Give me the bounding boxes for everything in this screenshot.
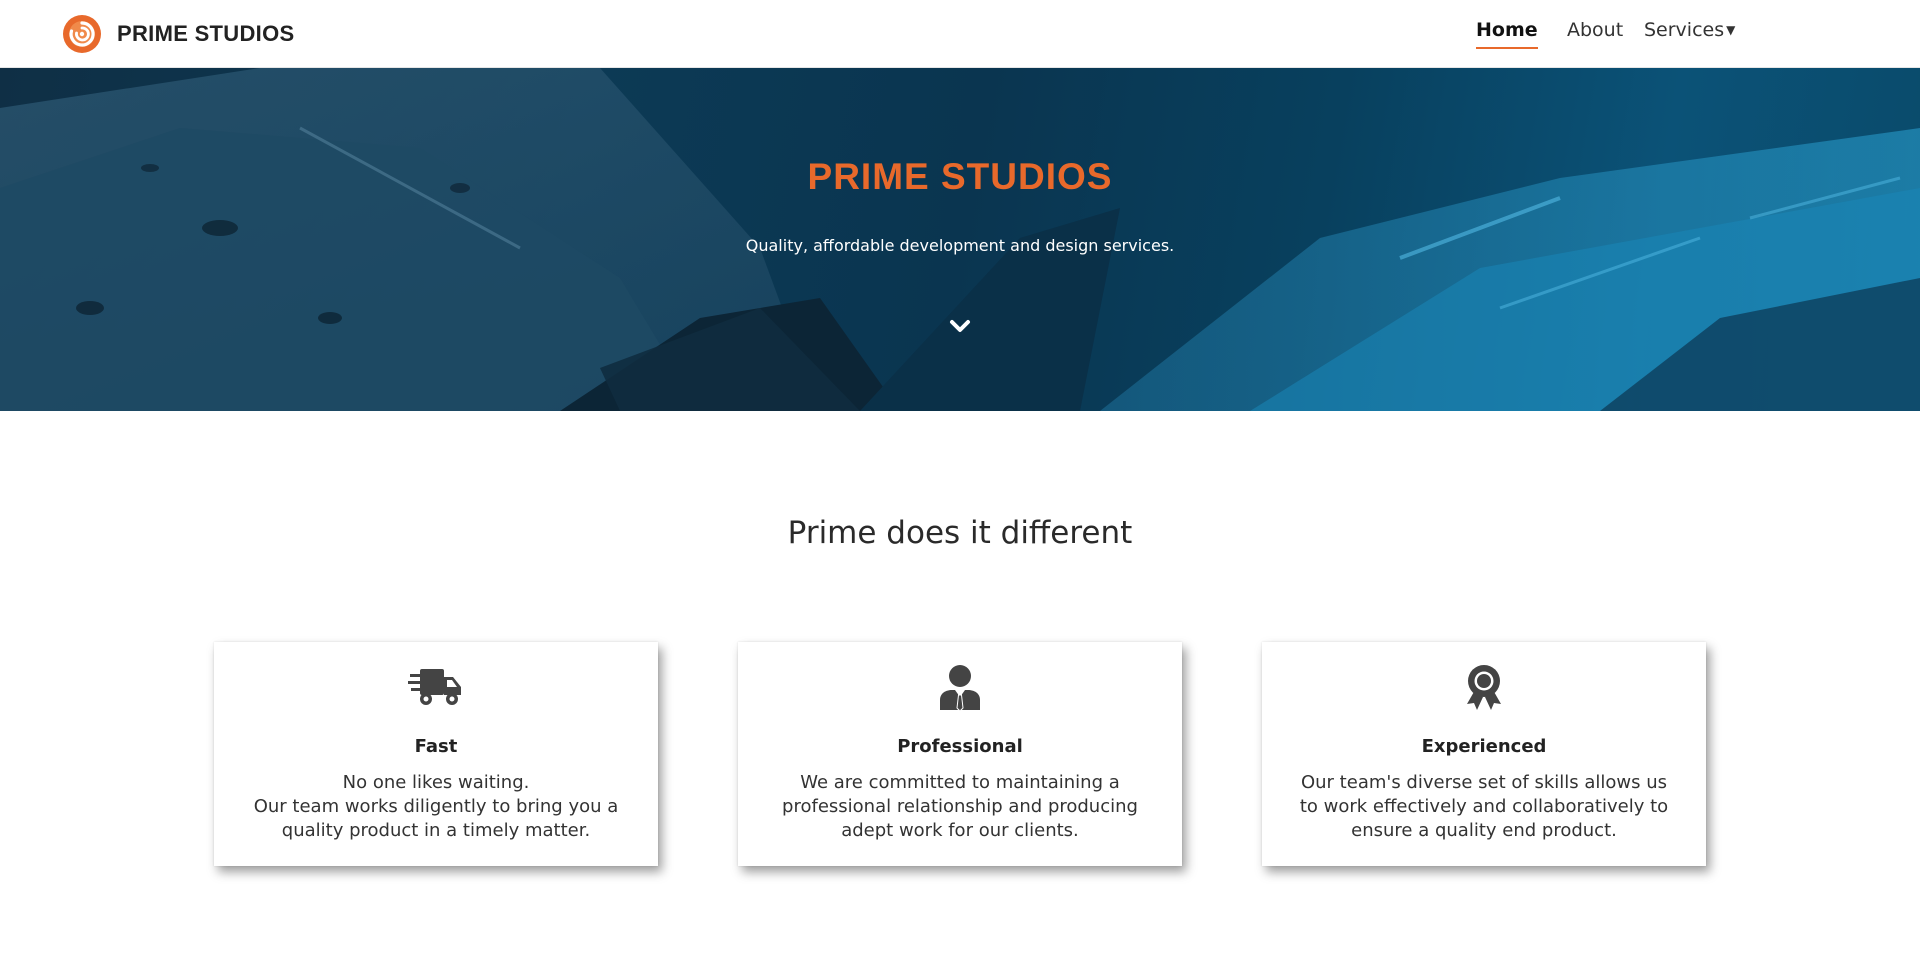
card-line: Our team's diverse set of skills allows … bbox=[1300, 772, 1668, 793]
hero-banner: PRIME STUDIOS Quality, affordable develo… bbox=[0, 68, 1920, 411]
card-title: Experienced bbox=[1421, 736, 1547, 757]
feature-card-experienced: Experienced Our team's diverse set of sk… bbox=[1262, 642, 1706, 866]
card-line: to work effectively and collaboratively … bbox=[1299, 796, 1669, 817]
card-line: No one likes waiting. bbox=[342, 772, 530, 793]
card-description: Our team's diverse set of skills allows … bbox=[1282, 771, 1686, 843]
card-title: Professional bbox=[897, 736, 1023, 757]
nav-item-services[interactable]: Services ▼ bbox=[1644, 19, 1735, 41]
hero-subtitle: Quality, affordable development and desi… bbox=[745, 236, 1175, 255]
user-tie-icon bbox=[940, 665, 980, 712]
navbar: PRIME STUDIOS Home About Services ▼ bbox=[0, 0, 1920, 68]
card-title: Fast bbox=[414, 736, 458, 757]
shipping-fast-truck-icon bbox=[408, 669, 461, 705]
award-ribbon-icon bbox=[1467, 665, 1501, 710]
card-icon-wrap bbox=[1262, 664, 1706, 714]
hero-title: PRIME STUDIOS bbox=[807, 156, 1113, 197]
card-line: We are committed to maintaining a bbox=[800, 772, 1120, 793]
card-line: quality product in a timely matter. bbox=[281, 820, 591, 841]
nav-item-about[interactable]: About bbox=[1567, 19, 1623, 41]
section-title: Prime does it different bbox=[787, 515, 1133, 551]
card-line: Our team works diligently to bring you a bbox=[253, 796, 619, 817]
nav-item-home[interactable]: Home bbox=[1476, 19, 1538, 49]
card-description: No one likes waiting. Our team works dil… bbox=[234, 771, 638, 843]
brand[interactable]: PRIME STUDIOS bbox=[62, 13, 294, 55]
chevron-down-icon[interactable] bbox=[947, 313, 973, 339]
feature-card-professional: Professional We are committed to maintai… bbox=[738, 642, 1182, 866]
spiral-logo-icon bbox=[63, 15, 101, 53]
card-icon-wrap bbox=[214, 664, 658, 714]
nav-item-label: About bbox=[1567, 19, 1624, 41]
nav-item-label: Home bbox=[1476, 19, 1538, 41]
brand-name: PRIME STUDIOS bbox=[117, 21, 295, 46]
card-description: We are committed to maintaining a profes… bbox=[758, 771, 1162, 843]
feature-card-fast: Fast No one likes waiting. Our team work… bbox=[214, 642, 658, 866]
card-line: ensure a quality end product. bbox=[1351, 820, 1617, 841]
card-line: adept work for our clients. bbox=[841, 820, 1079, 841]
card-line: professional relationship and producing bbox=[782, 796, 1138, 817]
nav-item-label: Services bbox=[1644, 19, 1725, 41]
caret-down-icon: ▼ bbox=[1726, 23, 1736, 37]
card-icon-wrap bbox=[738, 664, 1182, 714]
active-underline bbox=[1476, 47, 1538, 49]
